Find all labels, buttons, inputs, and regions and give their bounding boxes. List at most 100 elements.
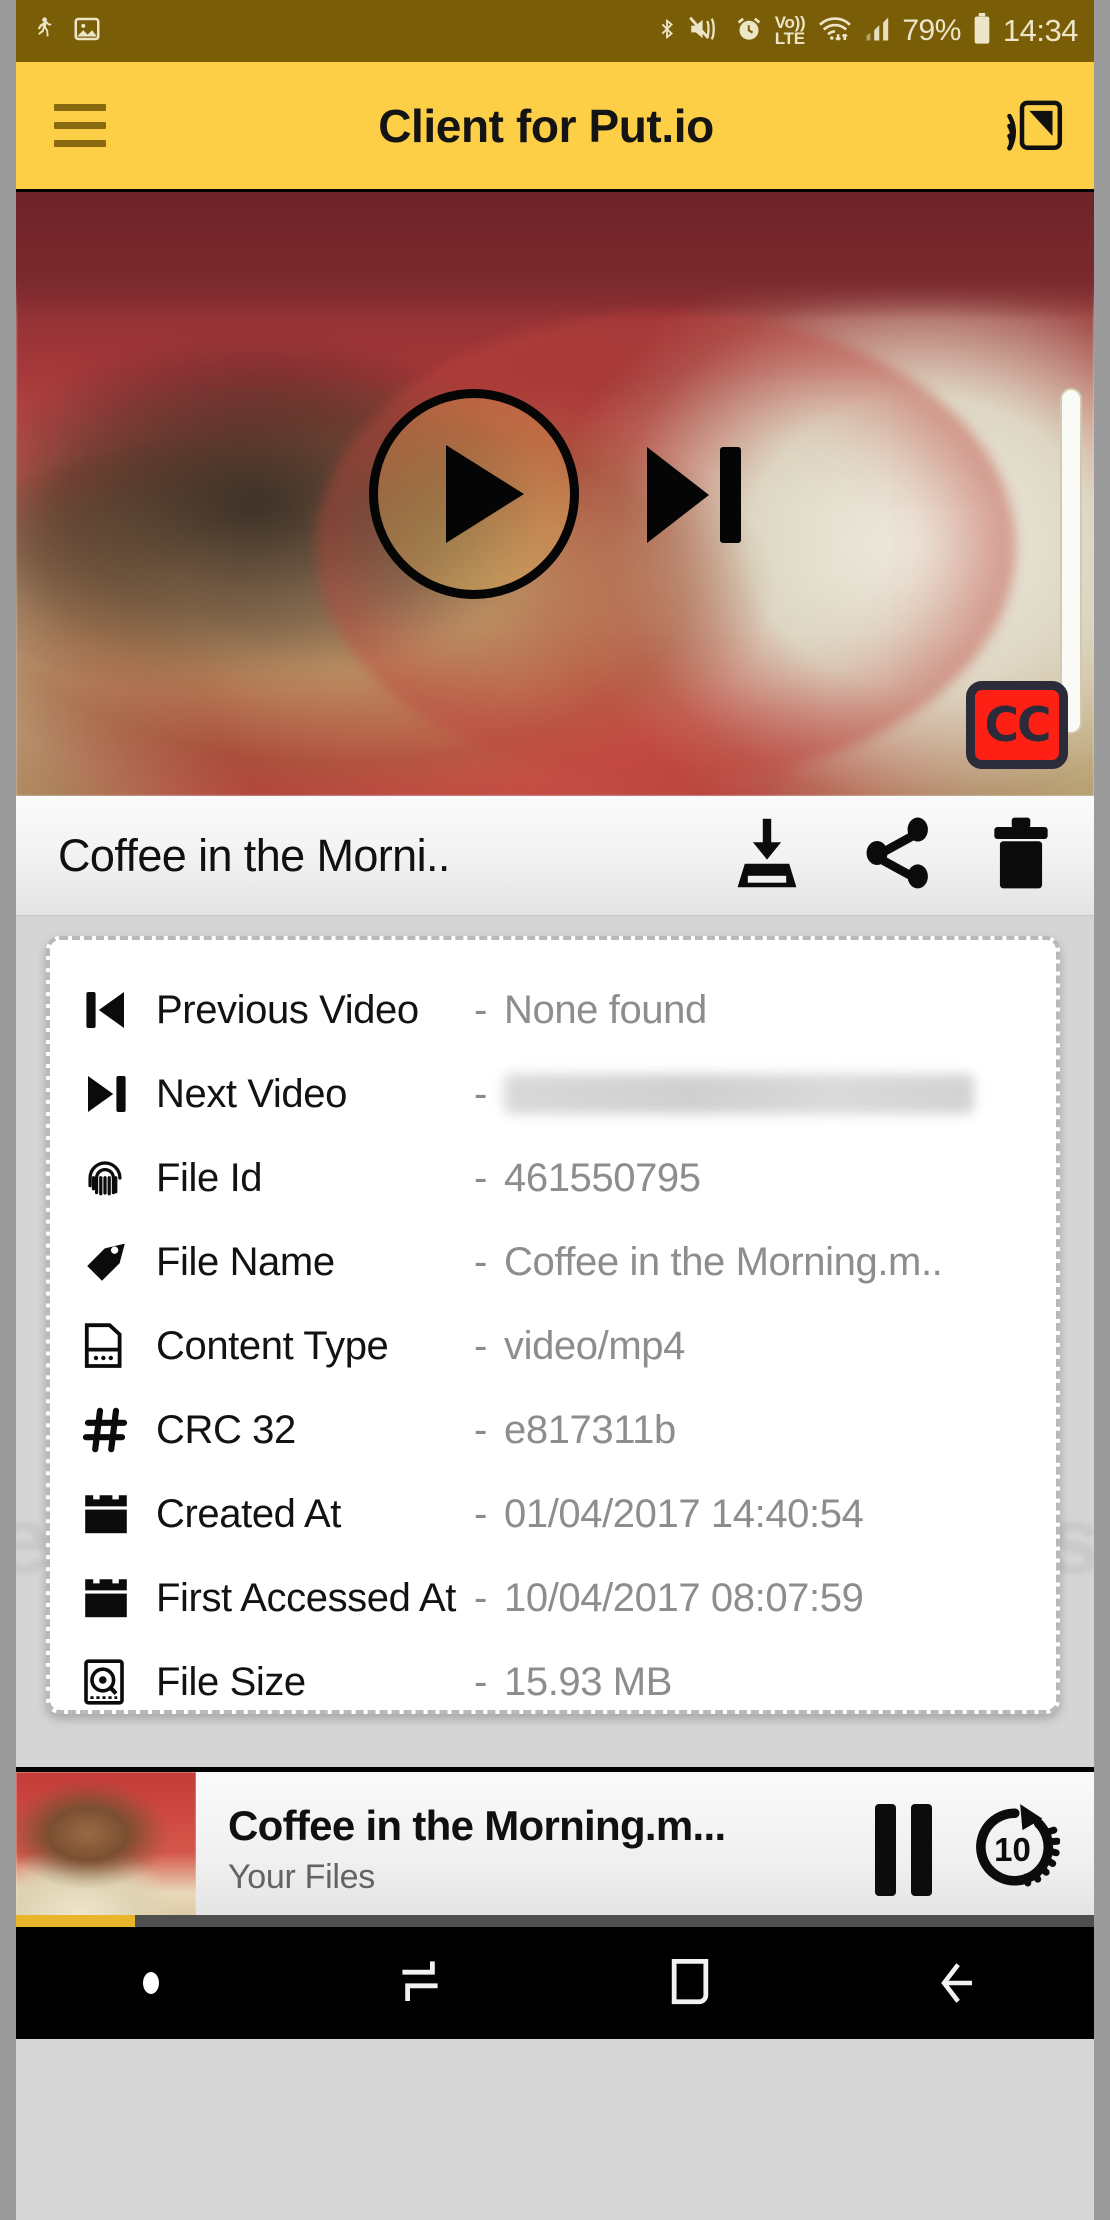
status-bar-right: Vo)) LTE 79% 14:34 (656, 12, 1079, 51)
detail-dash: - (474, 1323, 488, 1368)
detail-value: video/mp4 (504, 1323, 685, 1368)
detail-row-file-id: File Id - 461550795 (50, 1136, 1056, 1220)
cast-icon[interactable] (1006, 100, 1064, 152)
detail-value: 15.93 MB (504, 1659, 673, 1704)
tag-icon (82, 1238, 156, 1286)
mini-player-subtitle: Your Files (228, 1858, 375, 1896)
detail-value-redacted (504, 1074, 974, 1114)
nav-dot[interactable] (16, 1972, 286, 1994)
detail-label: File Id (156, 1155, 263, 1200)
detail-dash: - (474, 1407, 488, 1452)
detail-dash: - (474, 1491, 488, 1536)
share-icon[interactable] (860, 816, 936, 895)
image-icon (72, 14, 102, 49)
detail-value: 10/04/2017 08:07:59 (504, 1575, 864, 1620)
alarm-icon (734, 14, 764, 49)
file-actions (728, 815, 1068, 896)
detail-row-previous-video: Previous Video - None found (50, 968, 1056, 1052)
skip-next-icon[interactable] (647, 447, 741, 543)
mini-player-thumbnail[interactable] (16, 1772, 196, 1927)
playback-progress-fill (16, 1915, 135, 1927)
detail-row-first-accessed-at: First Accessed At - 10/04/2017 08:07:59 (50, 1556, 1056, 1640)
detail-label: File Name (156, 1239, 335, 1284)
download-icon[interactable] (728, 816, 806, 895)
mini-player[interactable]: Coffee in the Morning.m... Your Files 10 (16, 1767, 1094, 1927)
mini-player-meta: Coffee in the Morning.m... Your Files (196, 1802, 875, 1897)
detail-dash: - (474, 1239, 488, 1284)
detail-row-created-at: Created At - 01/04/2017 14:40:54 (50, 1472, 1056, 1556)
hamburger-menu-icon[interactable] (54, 104, 106, 147)
detail-value: 461550795 (504, 1155, 701, 1200)
file-details-card: Previous Video - None found Next Video - (46, 936, 1060, 1714)
forward-10-icon[interactable]: 10 (968, 1801, 1061, 1898)
fingerprint-icon (82, 1153, 156, 1203)
video-player[interactable]: CC (16, 189, 1094, 796)
play-triangle (446, 445, 524, 543)
player-controls-overlay (16, 192, 1094, 796)
detail-dash: - (474, 987, 488, 1032)
svg-text:10: 10 (994, 1831, 1031, 1868)
dot-icon (142, 1972, 159, 1994)
battery-percent-label: 79% (902, 14, 961, 47)
detail-dash: - (474, 1575, 488, 1620)
detail-value: Coffee in the Morning.m.. (504, 1239, 943, 1284)
battery-icon (972, 12, 992, 50)
video-scroll-indicator[interactable] (1060, 388, 1082, 734)
detail-label: Content Type (156, 1323, 389, 1368)
detail-label: File Size (156, 1659, 306, 1704)
detail-dash: - (474, 1659, 488, 1704)
detail-label: Created At (156, 1491, 342, 1536)
nav-recents[interactable] (286, 1959, 556, 2007)
clock-label: 14:34 (1002, 13, 1079, 48)
app-bar: Client for Put.io (16, 62, 1094, 189)
screenshot-frame: Vo)) LTE 79% 14:34 Client for Put.io CC … (0, 0, 1110, 2220)
signal-icon (865, 15, 891, 48)
status-bar: Vo)) LTE 79% 14:34 (16, 0, 1094, 62)
status-bar-left (30, 12, 102, 51)
page-title: Client for Put.io (378, 99, 714, 152)
activity-running-icon (30, 12, 56, 51)
detail-value: None found (504, 987, 707, 1032)
android-navigation-bar (16, 1927, 1094, 2039)
trash-icon[interactable] (990, 815, 1052, 896)
skip-next-triangle (647, 447, 709, 543)
detail-row-next-video: Next Video - (50, 1052, 1056, 1136)
hash-icon (82, 1405, 156, 1455)
detail-label: First Accessed At (156, 1575, 456, 1620)
detail-row-content-type: Content Type - video/mp4 (50, 1304, 1056, 1388)
volte-icon: Vo)) LTE (775, 15, 806, 47)
device-screen: Vo)) LTE 79% 14:34 Client for Put.io CC … (16, 0, 1094, 2220)
nav-back[interactable] (825, 1959, 1095, 2007)
file-title-label: Coffee in the Morni.. (58, 829, 450, 881)
detail-label: CRC 32 (156, 1407, 296, 1452)
thumbnail-image (16, 1772, 196, 1927)
detail-dash: - (474, 1155, 488, 1200)
detail-label: Previous Video (156, 987, 419, 1032)
detail-value: e817311b (504, 1407, 676, 1452)
detail-label: Next Video (156, 1071, 347, 1116)
skip-next-bar (720, 447, 741, 543)
file-action-bar: Coffee in the Morni.. (16, 796, 1094, 916)
detail-row-crc32: CRC 32 - e817311b (50, 1388, 1056, 1472)
mini-player-title: Coffee in the Morning.m... (228, 1802, 726, 1849)
skip-previous-icon (82, 985, 156, 1035)
details-area: esunesunesunesunesun esunesunesunesunesu… (16, 916, 1094, 1767)
pause-icon[interactable] (875, 1803, 932, 1896)
playback-progress-bar[interactable] (16, 1915, 1094, 1927)
bluetooth-icon (656, 12, 678, 51)
mini-player-controls: 10 (875, 1801, 1094, 1898)
calendar-icon (82, 1491, 156, 1537)
detail-dash: - (474, 1071, 488, 1116)
closed-captions-button[interactable]: CC (966, 681, 1068, 769)
mute-vibrate-icon (688, 14, 723, 49)
file-document-icon (82, 1321, 156, 1371)
play-icon[interactable] (369, 389, 579, 599)
nav-home[interactable] (555, 1958, 825, 2008)
detail-row-file-size: File Size - 15.93 MB (50, 1640, 1056, 1724)
calendar-icon (82, 1575, 156, 1621)
wifi-icon (816, 14, 854, 49)
detail-row-file-name: File Name - Coffee in the Morning.m.. (50, 1220, 1056, 1304)
harddisk-icon (82, 1657, 156, 1707)
skip-next-icon (82, 1069, 156, 1119)
detail-value: 01/04/2017 14:40:54 (504, 1491, 864, 1536)
